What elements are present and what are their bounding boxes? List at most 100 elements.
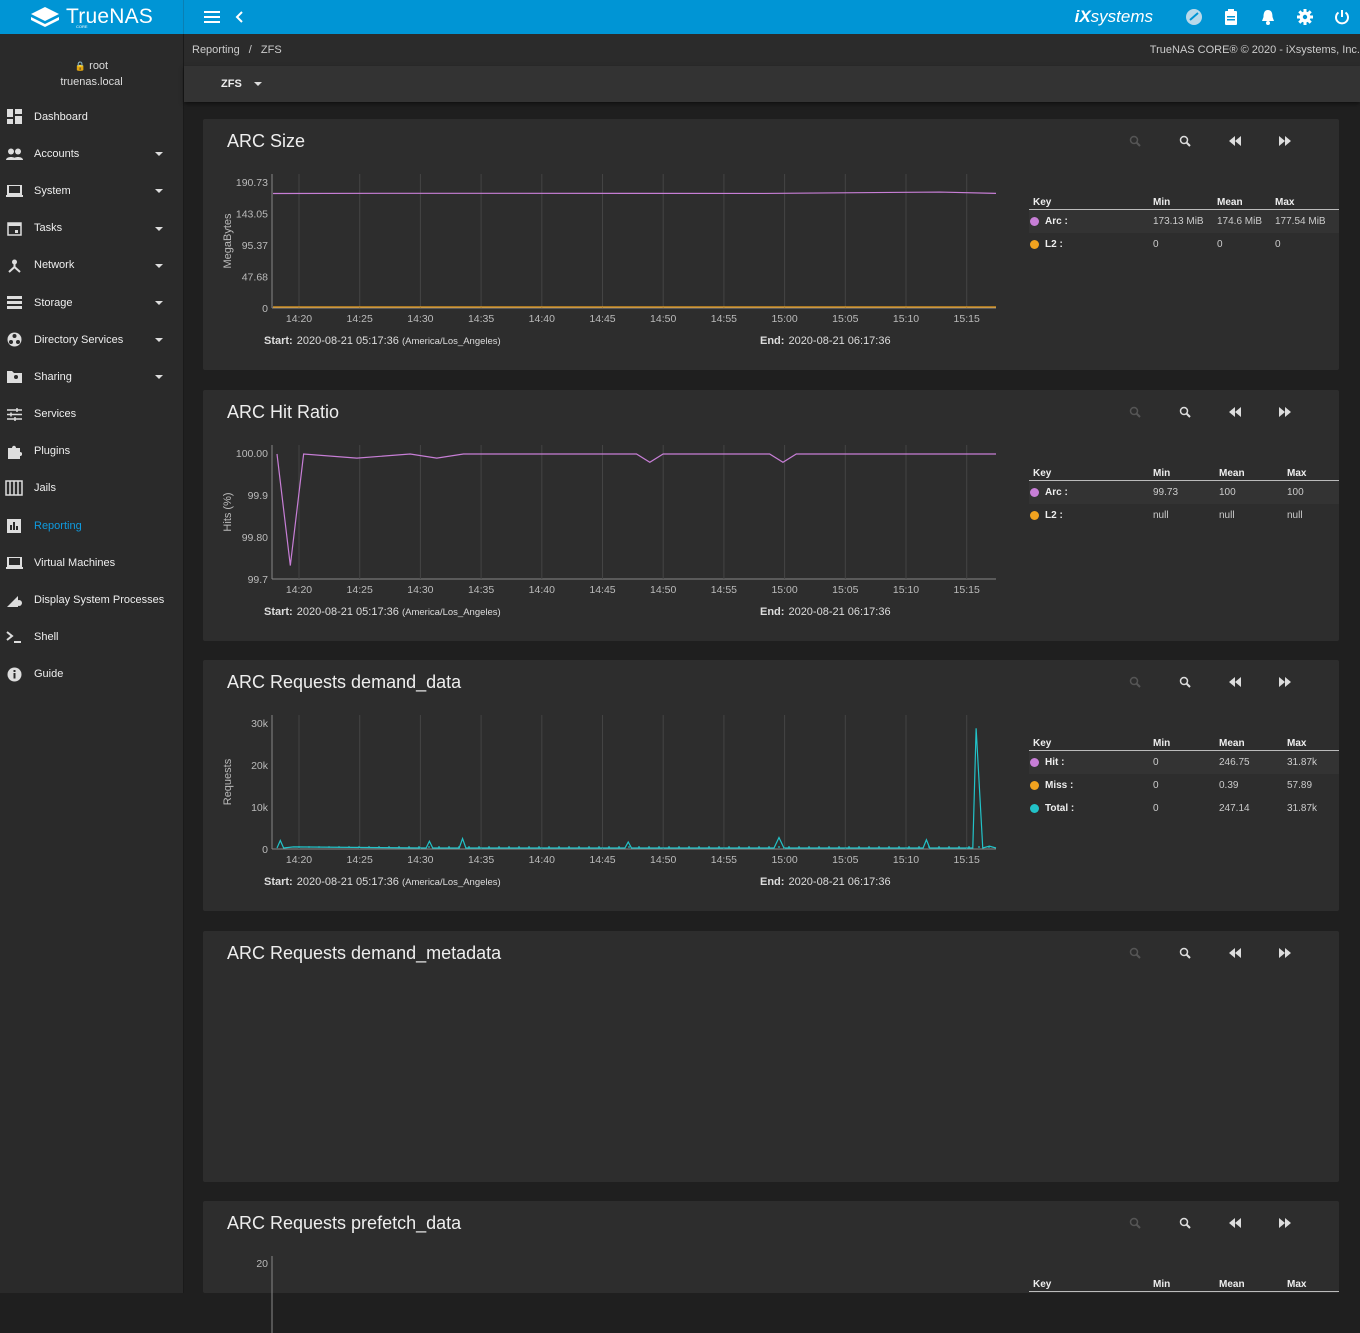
sidebar-item-network[interactable]: Network xyxy=(0,247,183,284)
sidebar-item-plugins[interactable]: Plugins xyxy=(0,433,183,470)
data-point xyxy=(568,846,570,848)
legend-header-cell: Key xyxy=(1033,738,1052,749)
menu-toggle-button[interactable] xyxy=(198,0,226,34)
data-point xyxy=(298,846,300,848)
data-point xyxy=(718,846,720,848)
data-point xyxy=(588,846,590,848)
zoom-out-button[interactable] xyxy=(1125,945,1145,961)
sidebar-item-shell[interactable]: Shell xyxy=(0,619,183,656)
legend-min-value: null xyxy=(1153,510,1169,521)
puzzle-icon xyxy=(0,444,34,459)
collapse-sidebar-button[interactable] xyxy=(226,0,254,34)
sidebar-item-jails[interactable]: Jails xyxy=(0,470,183,507)
x-tick-label: 14:50 xyxy=(650,584,676,596)
chevron-down-icon[interactable] xyxy=(155,263,163,268)
sidebar-item-display-system-processes[interactable]: Display System Processes xyxy=(0,581,183,618)
zoom-out-icon xyxy=(1125,404,1145,420)
people-icon xyxy=(0,148,34,160)
y-tick-label: 30k xyxy=(251,718,269,730)
step-forward-button[interactable] xyxy=(1275,404,1295,420)
settings-button[interactable] xyxy=(1286,0,1323,34)
legend-color-dot xyxy=(1030,758,1039,767)
tasks-button[interactable] xyxy=(1212,0,1249,34)
truenas-logo[interactable]: TrueNAS CORE xyxy=(0,0,184,34)
legend-mean-value: 0 xyxy=(1217,239,1223,250)
step-forward-button[interactable] xyxy=(1275,674,1295,690)
chart-end-time: End: 2020-08-21 06:17:36 xyxy=(760,335,891,347)
chevron-down-icon[interactable] xyxy=(155,300,163,305)
x-tick-label: 15:10 xyxy=(893,313,919,325)
data-point xyxy=(938,846,940,848)
step-forward-button[interactable] xyxy=(1275,1215,1295,1231)
sidebar-item-reporting[interactable]: Reporting xyxy=(0,507,183,544)
ixsystems-logo[interactable]: iXsystems xyxy=(1075,7,1153,27)
legend-color-dot xyxy=(1030,781,1039,790)
zoom-out-button[interactable] xyxy=(1125,674,1145,690)
zoom-in-button[interactable] xyxy=(1175,945,1195,961)
step-back-button[interactable] xyxy=(1225,404,1245,420)
sidebar-item-services[interactable]: Services xyxy=(0,396,183,433)
power-icon xyxy=(1334,10,1349,25)
chart-icon xyxy=(0,518,34,533)
truecommand-button[interactable] xyxy=(1175,0,1212,34)
data-point xyxy=(988,846,990,848)
power-button[interactable] xyxy=(1323,0,1360,34)
start-timezone: (America/Los_Angeles) xyxy=(401,336,501,347)
data-point xyxy=(968,846,970,848)
chevron-down-icon[interactable] xyxy=(155,152,163,157)
zoom-in-button[interactable] xyxy=(1175,404,1195,420)
legend-key: L2 : xyxy=(1045,510,1063,521)
zoom-out-button[interactable] xyxy=(1125,133,1145,149)
legend-header-cell: Min xyxy=(1153,468,1171,479)
x-tick-label: 15:15 xyxy=(954,313,980,325)
step-forward-button[interactable] xyxy=(1275,945,1295,961)
sidebar-item-dashboard[interactable]: Dashboard xyxy=(0,98,183,135)
zoom-in-button[interactable] xyxy=(1175,133,1195,149)
x-tick-label: 14:45 xyxy=(589,854,615,866)
data-point xyxy=(668,846,670,848)
start-label: Start: xyxy=(264,606,293,618)
legend-mean-value: 100 xyxy=(1219,487,1236,498)
data-point xyxy=(778,846,780,848)
breadcrumb-reporting-link[interactable]: Reporting xyxy=(192,44,240,56)
zoom-out-button[interactable] xyxy=(1125,404,1145,420)
chevron-down-icon[interactable] xyxy=(155,375,163,380)
sidebar-item-directory-services[interactable]: Directory Services xyxy=(0,321,183,358)
step-back-button[interactable] xyxy=(1225,674,1245,690)
step-back-button[interactable] xyxy=(1225,945,1245,961)
sidebar-item-storage[interactable]: Storage xyxy=(0,284,183,321)
start-label: Start: xyxy=(264,876,293,888)
zoom-in-button[interactable] xyxy=(1175,674,1195,690)
data-point xyxy=(348,846,350,848)
zoom-in-button[interactable] xyxy=(1175,1215,1195,1231)
step-back-button[interactable] xyxy=(1225,1215,1245,1231)
legend-header: Key Min Mean Max xyxy=(1029,467,1339,481)
chevron-down-icon[interactable] xyxy=(155,226,163,231)
data-point xyxy=(468,846,470,848)
chevron-down-icon[interactable] xyxy=(155,338,163,343)
sidebar-item-virtual-machines[interactable]: Virtual Machines xyxy=(0,544,183,581)
end-value: 2020-08-21 06:17:36 xyxy=(788,335,891,347)
chevron-down-icon[interactable] xyxy=(155,189,163,194)
x-tick-label: 14:45 xyxy=(589,313,615,325)
series-line-arc xyxy=(272,191,997,195)
sidebar-item-sharing[interactable]: Sharing xyxy=(0,358,183,395)
data-point xyxy=(888,846,890,848)
step-forward-button[interactable] xyxy=(1275,133,1295,149)
sidebar-item-label: Virtual Machines xyxy=(34,556,116,569)
sidebar-item-guide[interactable]: Guide xyxy=(0,656,183,693)
legend-header-cell: Max xyxy=(1287,1279,1307,1290)
sidebar-item-accounts[interactable]: Accounts xyxy=(0,135,183,172)
report-type-select[interactable]: ZFS xyxy=(221,78,262,90)
sidebar-item-tasks[interactable]: Tasks xyxy=(0,210,183,247)
report-type-value: ZFS xyxy=(221,78,242,90)
vendor-prefix: iX xyxy=(1074,7,1091,26)
alerts-button[interactable] xyxy=(1249,0,1286,34)
data-point xyxy=(388,846,390,848)
legend-header-cell: Max xyxy=(1287,738,1307,749)
legend-min-value: 99.73 xyxy=(1153,487,1179,498)
step-back-button[interactable] xyxy=(1225,133,1245,149)
sidebar-item-label: Directory Services xyxy=(34,333,124,346)
zoom-out-button[interactable] xyxy=(1125,1215,1145,1231)
sidebar-item-system[interactable]: System xyxy=(0,172,183,209)
